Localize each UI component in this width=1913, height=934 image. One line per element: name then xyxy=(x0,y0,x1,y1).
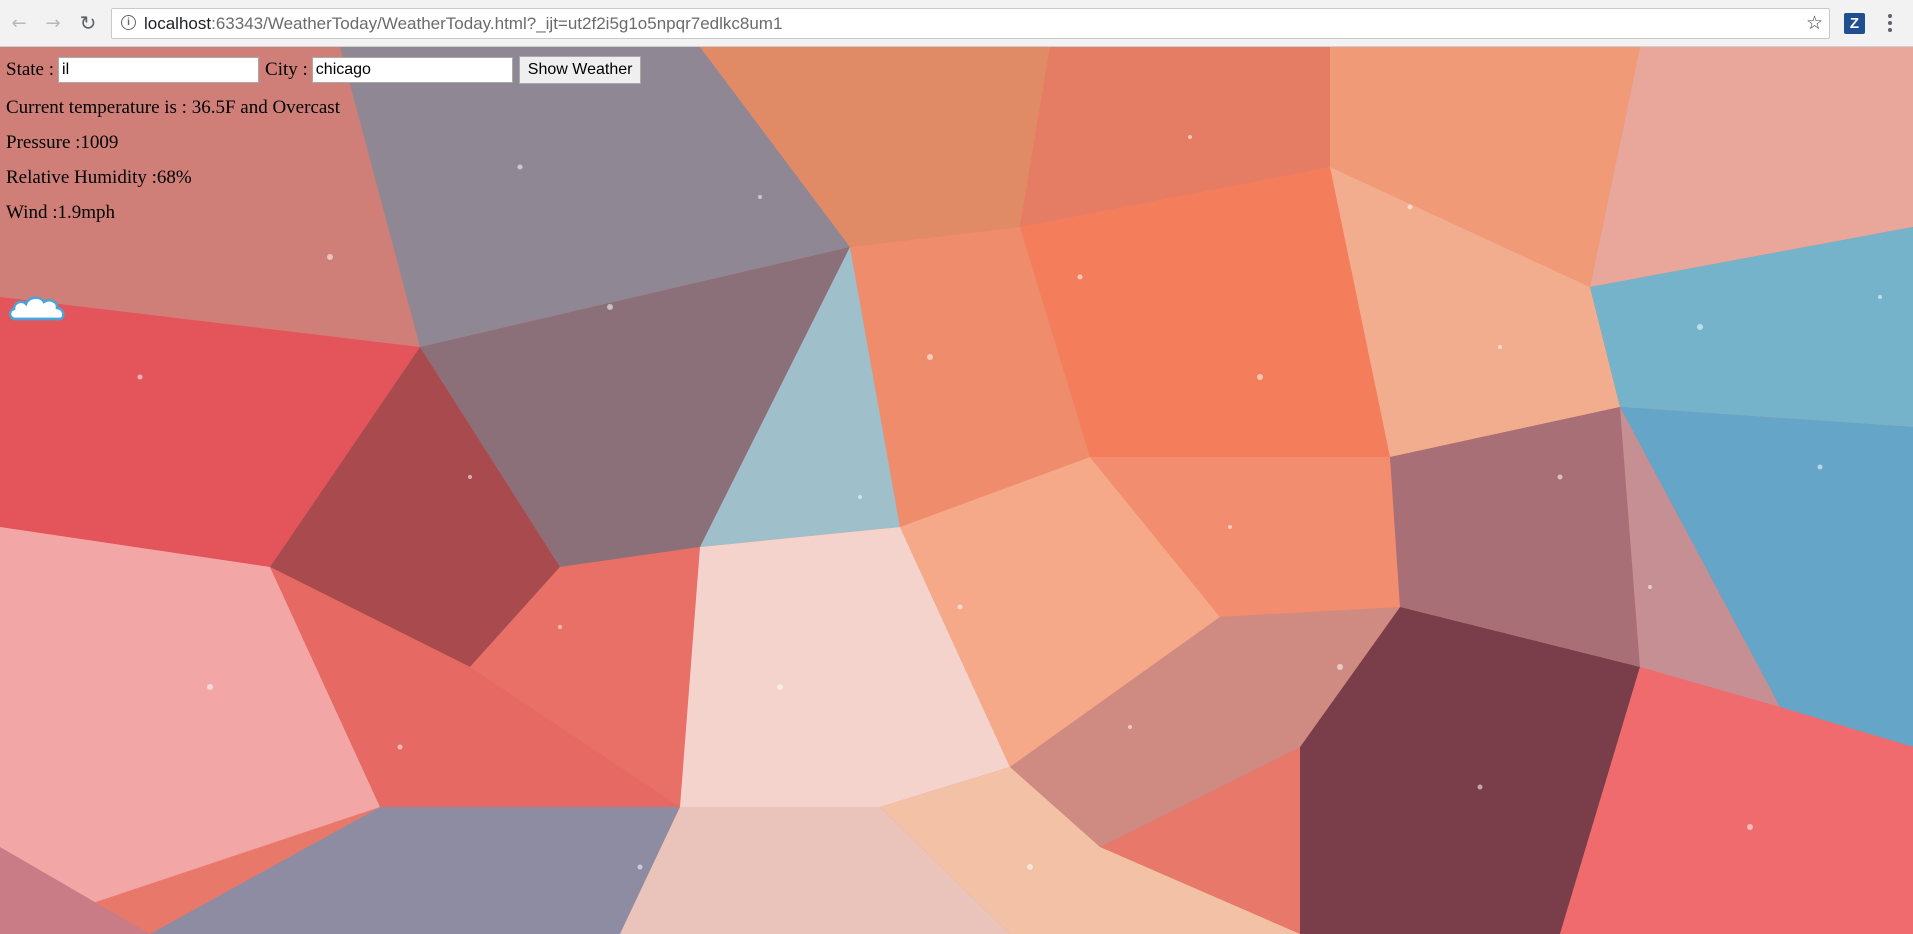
state-label: State : xyxy=(6,59,55,80)
url-path: :63343/WeatherToday/WeatherToday.html?_i… xyxy=(211,14,783,33)
search-form: State : City : Show Weather xyxy=(6,56,642,84)
pressure-text: Pressure :1009 xyxy=(6,132,119,153)
bookmark-star-icon[interactable]: ☆ xyxy=(1806,12,1823,34)
reload-button[interactable]: ↻ xyxy=(75,10,101,36)
arrow-right-icon: → xyxy=(45,12,61,34)
city-label: City : xyxy=(265,59,308,80)
back-button[interactable]: ← xyxy=(6,10,32,36)
extension-z-icon[interactable]: Z xyxy=(1844,13,1865,34)
low-poly-background xyxy=(0,47,1913,934)
humidity-text: Relative Humidity :68% xyxy=(6,167,192,188)
kebab-menu-icon[interactable] xyxy=(1882,11,1898,35)
info-icon[interactable]: i xyxy=(121,15,136,30)
city-input[interactable] xyxy=(311,57,513,83)
arrow-left-icon: ← xyxy=(11,12,27,34)
weather-panel: State : City : Show Weather Current temp… xyxy=(6,56,642,321)
browser-toolbar: ← → ↻ i localhost:63343/WeatherToday/Wea… xyxy=(0,0,1913,47)
page-viewport: State : City : Show Weather Current temp… xyxy=(0,47,1913,934)
show-weather-button[interactable]: Show Weather xyxy=(518,56,642,84)
wind-text: Wind :1.9mph xyxy=(6,202,116,223)
cloud-icon xyxy=(8,296,65,321)
reload-icon: ↻ xyxy=(79,11,97,35)
address-bar[interactable]: i localhost:63343/WeatherToday/WeatherTo… xyxy=(111,8,1830,39)
temperature-text: Current temperature is : 36.5F and Overc… xyxy=(6,97,340,118)
url-host: localhost xyxy=(144,14,212,33)
state-input[interactable] xyxy=(58,57,260,83)
forward-button[interactable]: → xyxy=(40,10,66,36)
url-text[interactable]: localhost:63343/WeatherToday/WeatherToda… xyxy=(144,14,782,34)
